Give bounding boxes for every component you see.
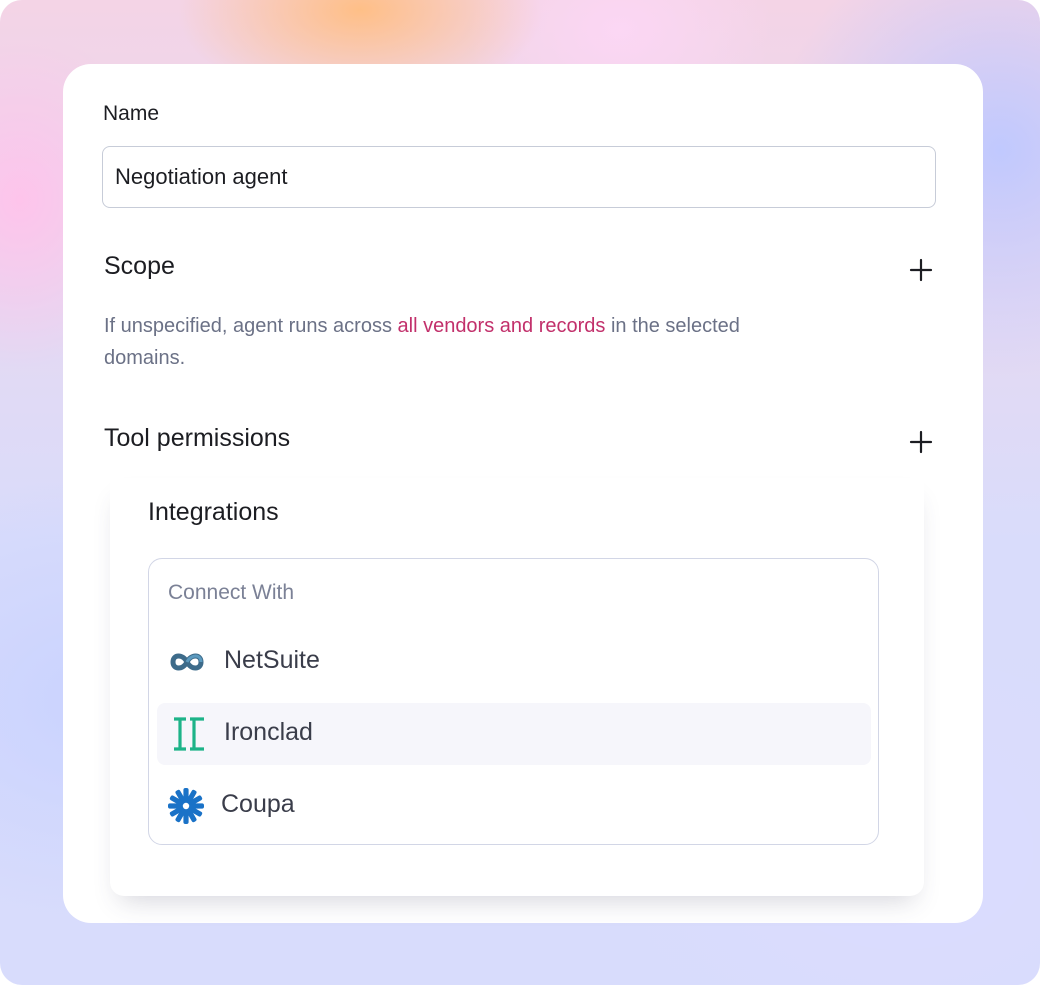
name-label: Name — [103, 102, 160, 125]
ironclad-logo-icon — [174, 717, 204, 751]
netsuite-logo-icon — [170, 653, 204, 671]
integration-option-ironclad[interactable]: Ironclad — [157, 703, 871, 765]
scope-description-prefix: If unspecified, agent runs across — [104, 315, 398, 337]
integration-label: NetSuite — [224, 646, 320, 674]
integrations-dropdown-panel: Integrations Connect With NetSuite Ironc… — [110, 478, 924, 896]
connect-with-label: Connect With — [168, 581, 295, 604]
connect-with-list: Connect With NetSuite Ironclad Coupa — [148, 558, 879, 845]
integration-label: Coupa — [221, 790, 295, 818]
add-scope-button[interactable] — [908, 257, 934, 283]
integration-option-coupa[interactable]: Coupa — [157, 775, 871, 837]
plus-icon — [909, 258, 933, 282]
integration-option-netsuite[interactable]: NetSuite — [157, 631, 871, 693]
integration-label: Ironclad — [224, 718, 313, 746]
scope-description-highlight: all vendors and records — [397, 315, 606, 337]
scope-description: If unspecified, agent runs across all ve… — [104, 310, 784, 374]
plus-icon — [909, 430, 933, 454]
name-input[interactable] — [102, 146, 936, 208]
tool-permissions-title: Tool permissions — [104, 424, 291, 452]
integrations-title: Integrations — [148, 498, 279, 526]
agent-config-card: Name Scope If unspecified, agent runs ac… — [63, 64, 983, 923]
coupa-logo-icon — [168, 788, 204, 824]
add-tool-permission-button[interactable] — [908, 429, 934, 455]
scope-title: Scope — [104, 252, 175, 280]
